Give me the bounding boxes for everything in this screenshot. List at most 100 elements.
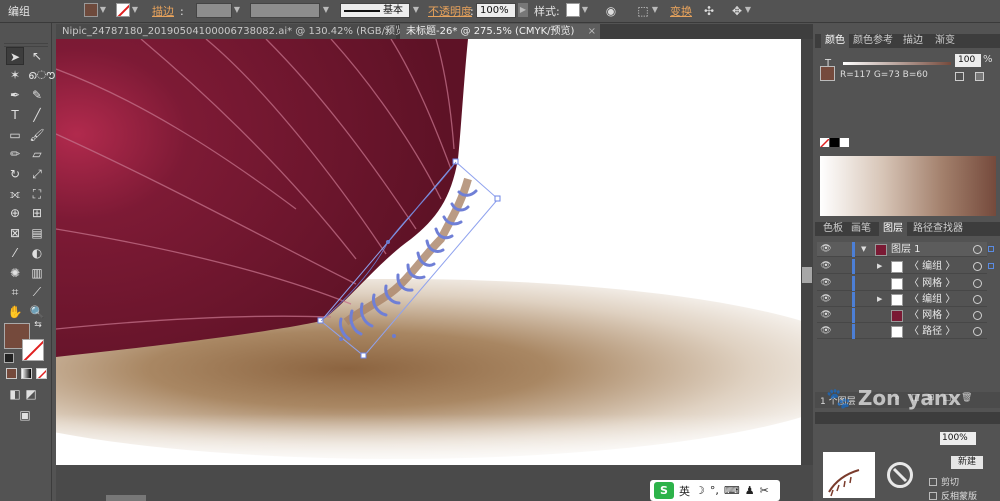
- tab-color[interactable]: 颜色: [821, 34, 849, 48]
- gradient-mode-icon[interactable]: [21, 368, 32, 379]
- free-transform-tool-icon[interactable]: ⛶: [28, 185, 46, 203]
- slice-tool-icon[interactable]: ⟋: [28, 283, 46, 301]
- layer-row[interactable]: 👁 〈 网格 〉: [817, 276, 987, 291]
- layer-row[interactable]: 👁 〈 网格 〉: [817, 308, 987, 323]
- align-dropdown[interactable]: ▼: [651, 3, 659, 17]
- black-color-button[interactable]: [830, 138, 839, 147]
- column-graph-tool-icon[interactable]: ▥: [28, 264, 46, 282]
- tint-slider[interactable]: [843, 62, 951, 65]
- brush-profile-field[interactable]: 基本: [340, 3, 410, 18]
- clip-checkbox[interactable]: [929, 478, 937, 486]
- horizontal-scroll-thumb[interactable]: [106, 495, 146, 501]
- screen-mode-icon[interactable]: ▣: [16, 406, 34, 424]
- in-gamut-icon[interactable]: [955, 72, 964, 81]
- layer-row[interactable]: 👁 〈 路径 〉: [817, 324, 987, 339]
- tab-brushes[interactable]: 画笔: [847, 222, 875, 236]
- style-dropdown[interactable]: ▼: [581, 3, 589, 17]
- tab-document-1[interactable]: Nipic_24787180_20190504100006738082.ai* …: [56, 24, 409, 39]
- hand-tool-icon[interactable]: ✋: [6, 303, 24, 321]
- stroke-weight-dropdown[interactable]: ▼: [233, 3, 241, 17]
- swap-colors-icon[interactable]: ⇆: [32, 319, 44, 331]
- eye-icon[interactable]: 👁: [820, 260, 832, 272]
- web-safe-icon[interactable]: [975, 72, 984, 81]
- tab-color-guide[interactable]: 颜色参考: [849, 34, 897, 48]
- type-tool-icon[interactable]: T: [6, 106, 24, 124]
- direct-selection-tool-icon[interactable]: ↖: [28, 47, 46, 65]
- eye-icon[interactable]: 👁: [820, 243, 832, 255]
- variable-width-dropdown[interactable]: ▼: [322, 3, 330, 17]
- expand-icon[interactable]: ▶: [877, 294, 886, 305]
- rotate-tool-icon[interactable]: ↻: [6, 165, 24, 183]
- eye-icon[interactable]: 👁: [820, 293, 832, 305]
- eraser-tool-icon[interactable]: ▱: [28, 145, 46, 163]
- keyboard-icon[interactable]: ⌨: [724, 484, 740, 497]
- tab-pathfinder[interactable]: 路径查找器: [909, 222, 967, 236]
- draw-behind-icon[interactable]: ◩: [22, 385, 40, 403]
- transparency-opacity-field[interactable]: 100%: [940, 432, 976, 445]
- current-color-swatch[interactable]: [820, 66, 835, 81]
- opacity-field[interactable]: 100%: [476, 3, 516, 18]
- user-icon[interactable]: ♟: [745, 484, 755, 497]
- default-colors-icon[interactable]: [4, 353, 14, 363]
- tab-gradient[interactable]: 渐变: [931, 34, 959, 48]
- eye-icon[interactable]: 👁: [820, 309, 832, 321]
- layer-row[interactable]: 👁 ▼ 图层 1: [817, 242, 994, 257]
- mesh-tool-icon[interactable]: ⊠: [6, 224, 24, 242]
- opacity-arrow[interactable]: ▶: [518, 3, 528, 17]
- punctuation-icon[interactable]: °,: [710, 484, 719, 497]
- trash-icon[interactable]: 🗑: [961, 393, 972, 403]
- make-mask-button[interactable]: 新建: [951, 456, 983, 469]
- paintbrush-tool-icon[interactable]: 🖌: [28, 126, 46, 144]
- perspective-grid-tool-icon[interactable]: ⊞: [28, 204, 46, 222]
- arrange-dropdown[interactable]: ▼: [744, 3, 752, 17]
- stroke-dropdown[interactable]: ▼: [131, 3, 139, 17]
- eyedropper-tool-icon[interactable]: ⁄: [6, 244, 24, 262]
- lasso-tool-icon[interactable]: ൌ: [28, 66, 55, 84]
- scroll-thumb[interactable]: [802, 267, 812, 283]
- mask-thumbnail[interactable]: [823, 452, 875, 498]
- close-icon[interactable]: ×: [588, 24, 596, 39]
- variable-width-field[interactable]: [250, 3, 320, 18]
- pencil-tool-icon[interactable]: ✏: [6, 145, 24, 163]
- recolor-artwork-icon[interactable]: ◉: [602, 3, 620, 20]
- tab-layers[interactable]: 图层: [879, 222, 907, 236]
- eye-icon[interactable]: 👁: [820, 325, 832, 337]
- shape-builder-tool-icon[interactable]: ⊕: [6, 204, 24, 222]
- tools-icon[interactable]: ✂: [760, 484, 769, 497]
- color-spectrum[interactable]: [820, 156, 996, 216]
- ime-language[interactable]: 英: [679, 483, 690, 499]
- expand-icon[interactable]: ▶: [877, 261, 886, 272]
- stroke-color-box[interactable]: [22, 339, 44, 361]
- white-color-button[interactable]: [840, 138, 849, 147]
- layer-row[interactable]: 👁 ▶ 〈 编组 〉: [817, 259, 994, 274]
- tint-value-field[interactable]: 100: [955, 54, 981, 67]
- blend-tool-icon[interactable]: ◐: [28, 244, 46, 262]
- opacity-label[interactable]: 不透明度: [428, 3, 472, 20]
- gradient-tool-icon[interactable]: ▤: [28, 224, 46, 242]
- target-icon[interactable]: [973, 311, 982, 320]
- color-mode-icon[interactable]: [6, 368, 17, 379]
- isolate-icon[interactable]: ✣: [700, 3, 718, 20]
- width-tool-icon[interactable]: ⟗: [6, 185, 24, 203]
- invert-mask-checkbox[interactable]: [929, 492, 937, 500]
- selection-tool-icon[interactable]: ➤: [6, 47, 24, 65]
- tab-document-2[interactable]: 未标题-26* @ 275.5% (CMYK/预览) ×: [400, 24, 600, 39]
- moon-icon[interactable]: ☽: [695, 484, 705, 497]
- target-icon[interactable]: [973, 295, 982, 304]
- selection-indicator[interactable]: [988, 263, 994, 269]
- eye-icon[interactable]: 👁: [820, 277, 832, 289]
- fill-dropdown[interactable]: ▼: [99, 3, 107, 17]
- line-tool-icon[interactable]: ╱: [28, 106, 46, 124]
- tab-swatches[interactable]: 色板: [819, 222, 847, 236]
- collapse-icon[interactable]: ▼: [861, 244, 870, 255]
- stroke-label[interactable]: 描边: [152, 3, 174, 20]
- fill-swatch[interactable]: [84, 3, 98, 17]
- none-color-button[interactable]: [820, 138, 829, 147]
- ime-logo[interactable]: S: [654, 482, 674, 499]
- artboard-canvas[interactable]: [56, 39, 801, 465]
- no-mask-icon[interactable]: [887, 462, 913, 488]
- target-icon[interactable]: [973, 262, 982, 271]
- magic-wand-tool-icon[interactable]: ✶: [6, 66, 24, 84]
- none-mode-icon[interactable]: [36, 368, 47, 379]
- stroke-swatch[interactable]: [116, 3, 130, 17]
